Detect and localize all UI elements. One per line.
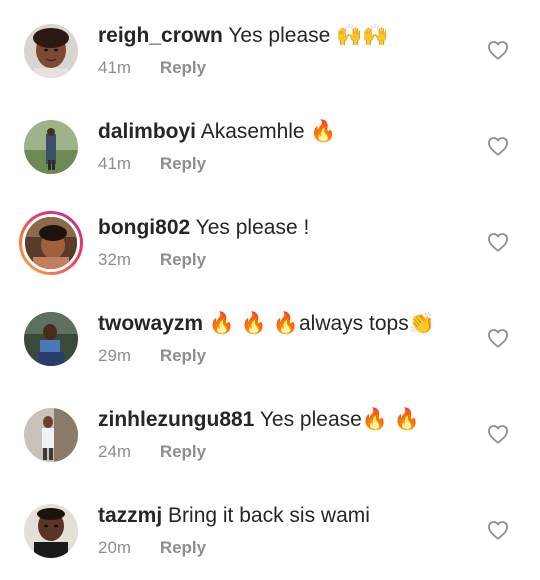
comment-item: twowayzm 🔥 🔥 🔥always tops👏 29m Reply	[0, 292, 540, 388]
comment-meta: 20m Reply	[98, 536, 206, 560]
heart-outline-icon[interactable]	[487, 136, 509, 156]
comment-text-line: zinhlezungu881 Yes please🔥 🔥	[98, 406, 420, 434]
comment-item: reigh_crown Yes please 🙌🙌 41m Reply	[0, 4, 540, 100]
comment-username[interactable]: dalimboyi	[98, 120, 196, 143]
avatar[interactable]	[24, 504, 78, 558]
reply-button[interactable]: Reply	[160, 538, 206, 557]
comment-text-line: dalimboyi Akasemhle 🔥	[98, 118, 337, 146]
comment-timestamp: 41m	[98, 58, 132, 77]
profile-photo	[24, 504, 78, 558]
comment-body: Akasemhle 🔥	[200, 120, 337, 143]
reply-button[interactable]: Reply	[160, 250, 206, 269]
heart-outline-icon[interactable]	[487, 40, 509, 60]
comment-meta: 29m Reply	[98, 344, 206, 368]
comment-body: Yes please 🙌🙌	[228, 24, 389, 47]
comment-body: Yes please🔥 🔥	[259, 408, 420, 431]
comment-timestamp: 29m	[98, 346, 132, 365]
reply-button[interactable]: Reply	[160, 58, 206, 77]
comment-item: zinhlezungu881 Yes please🔥 🔥 24m Reply	[0, 388, 540, 484]
avatar	[22, 214, 80, 272]
comment-username[interactable]: reigh_crown	[98, 24, 223, 47]
profile-photo	[25, 217, 77, 269]
avatar[interactable]	[24, 24, 78, 78]
comment-text-line: tazzmj Bring it back sis wami	[98, 502, 370, 530]
profile-photo	[24, 312, 78, 366]
comment-meta: 41m Reply	[98, 56, 206, 80]
comment-meta: 32m Reply	[98, 248, 206, 272]
comment-meta: 41m Reply	[98, 152, 206, 176]
avatar[interactable]	[24, 408, 78, 462]
comment-meta: 24m Reply	[98, 440, 206, 464]
comment-text-line: bongi802 Yes please !	[98, 214, 309, 242]
heart-outline-icon[interactable]	[487, 328, 509, 348]
comment-item: dalimboyi Akasemhle 🔥 41m Reply	[0, 100, 540, 196]
heart-outline-icon[interactable]	[487, 232, 509, 252]
comment-timestamp: 20m	[98, 538, 132, 557]
comment-item: bongi802 Yes please ! 32m Reply	[0, 196, 540, 292]
reply-button[interactable]: Reply	[160, 154, 206, 173]
comment-username[interactable]: tazzmj	[98, 504, 162, 527]
comment-timestamp: 41m	[98, 154, 132, 173]
profile-photo	[24, 24, 78, 78]
comment-username[interactable]: bongi802	[98, 216, 190, 239]
comment-timestamp: 32m	[98, 250, 132, 269]
comment-username[interactable]: zinhlezungu881	[98, 408, 254, 431]
heart-outline-icon[interactable]	[487, 520, 509, 540]
comment-timestamp: 24m	[98, 442, 132, 461]
comment-body: 🔥 🔥 🔥always tops👏	[208, 312, 435, 335]
comment-item: tazzmj Bring it back sis wami 20m Reply	[0, 484, 540, 580]
profile-photo	[24, 408, 78, 462]
comment-text-line: reigh_crown Yes please 🙌🙌	[98, 22, 388, 50]
comment-body: Bring it back sis wami	[168, 504, 370, 527]
comment-list: reigh_crown Yes please 🙌🙌 41m Reply dali…	[0, 0, 540, 575]
comment-username[interactable]: twowayzm	[98, 312, 203, 335]
avatar-story-ring[interactable]	[19, 211, 83, 275]
reply-button[interactable]: Reply	[160, 346, 206, 365]
profile-photo	[24, 120, 78, 174]
avatar[interactable]	[24, 120, 78, 174]
avatar[interactable]	[24, 312, 78, 366]
comment-body: Yes please !	[195, 216, 310, 239]
reply-button[interactable]: Reply	[160, 442, 206, 461]
comment-text-line: twowayzm 🔥 🔥 🔥always tops👏	[98, 310, 435, 338]
heart-outline-icon[interactable]	[487, 424, 509, 444]
